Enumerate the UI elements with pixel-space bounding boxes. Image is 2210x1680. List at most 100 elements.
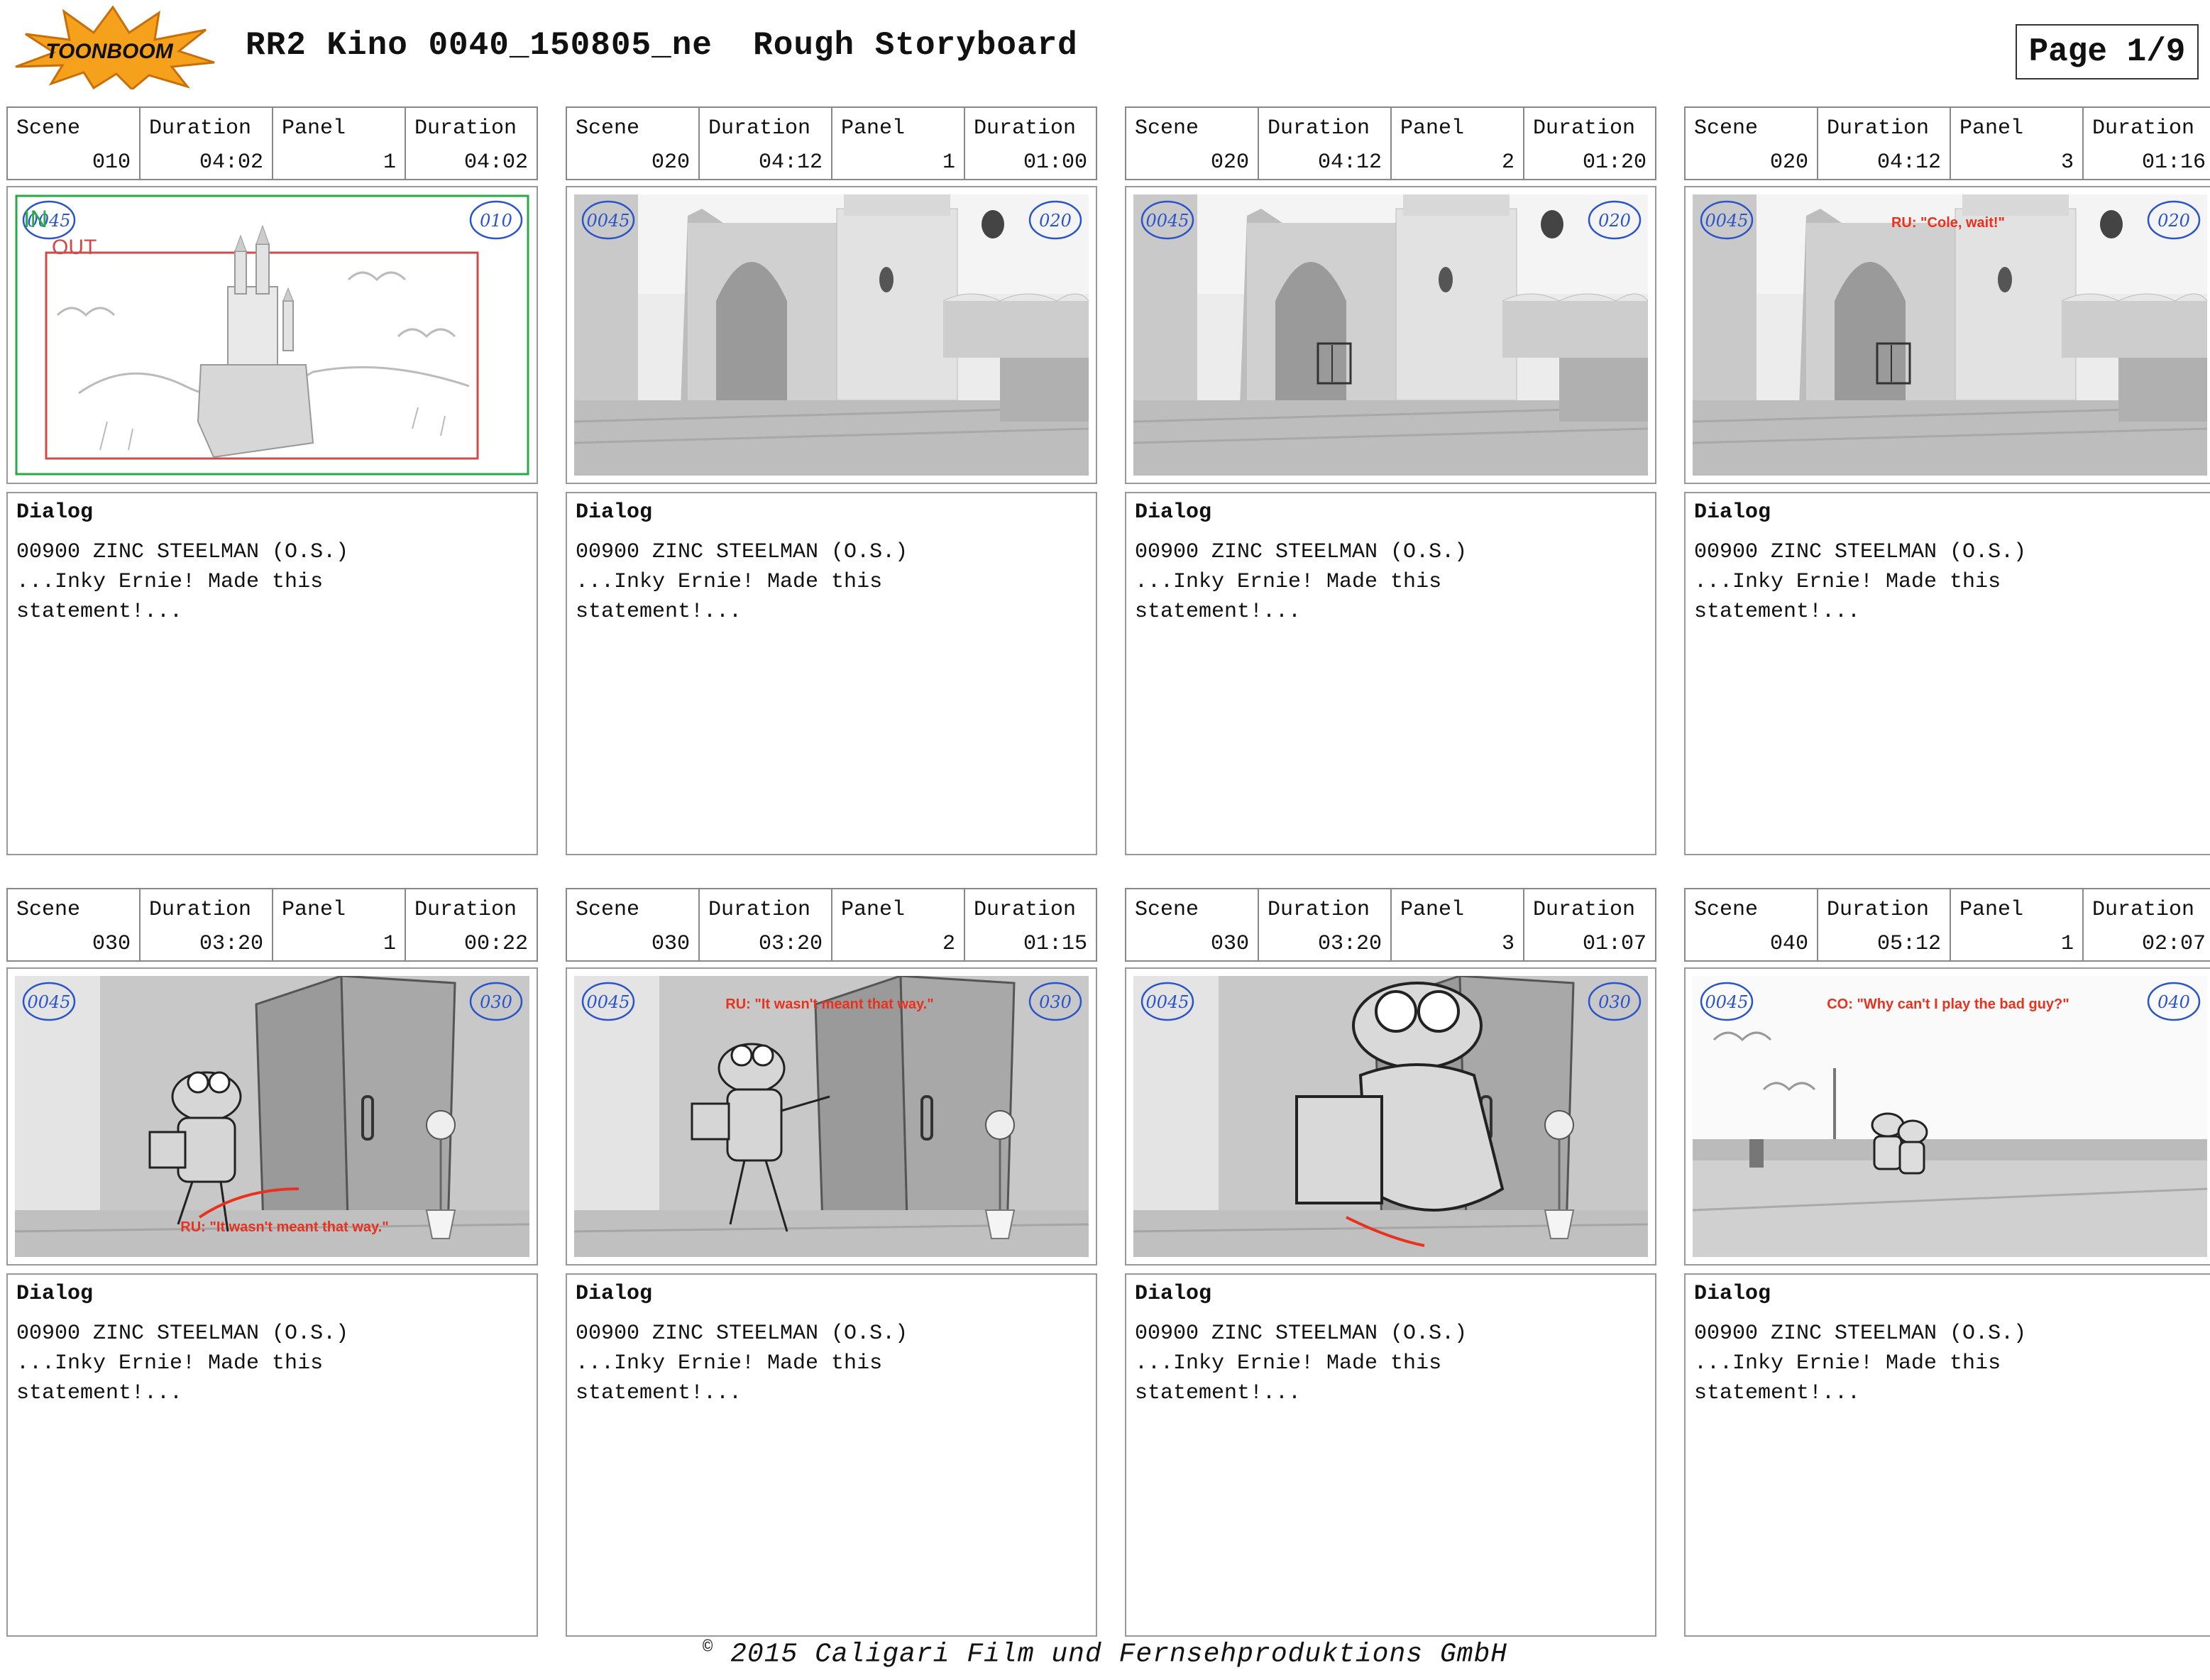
scene-duration-value: 03:20: [199, 932, 263, 956]
svg-text:040: 040: [2157, 992, 2190, 1012]
scene-number: 020: [1210, 150, 1249, 175]
scene-duration-value: 05:12: [1876, 932, 1941, 956]
scene-cell: Scene 030: [567, 889, 700, 960]
panel-label: Panel: [1400, 116, 1465, 141]
scene-duration-label: Duration: [708, 116, 811, 141]
panel-duration-value: 01:07: [1582, 932, 1646, 956]
panel-image[interactable]: 0045 020: [566, 186, 1097, 484]
panel-image[interactable]: 0045 010 IN OUT: [6, 186, 538, 484]
dialog-box[interactable]: Dialog 00900 ZINC STEELMAN (O.S.) ...Ink…: [1125, 1273, 1656, 1637]
dialog-heading: Dialog: [16, 1282, 94, 1306]
panel-label: Panel: [1959, 898, 2024, 922]
panel-duration-label: Duration: [1533, 898, 1636, 922]
scene-number: 020: [651, 150, 690, 175]
scene-label: Scene: [576, 116, 640, 141]
panel-label: Panel: [1959, 116, 2024, 141]
panel-duration-cell: Duration 01:00: [965, 108, 1096, 179]
scene-cell: Scene 040: [1686, 889, 1818, 960]
dialog-box[interactable]: Dialog 00900 ZINC STEELMAN (O.S.) ...Ink…: [1684, 1273, 2210, 1637]
panel-info-bar: Scene 030 Duration 03:20 Panel 2 Duratio…: [566, 888, 1097, 962]
panel-cell: Panel 1: [273, 889, 406, 960]
dialog-text: 00900 ZINC STEELMAN (O.S.) ...Inky Ernie…: [1694, 540, 2027, 624]
panel-drawing: 0045 020 RU: "Cole, wait!": [1693, 194, 2207, 476]
scene-label: Scene: [1694, 898, 1759, 922]
panel-cell: Panel 2: [832, 889, 965, 960]
panel-duration-cell: Duration 04:02: [406, 108, 537, 179]
dialog-box[interactable]: Dialog 00900 ZINC STEELMAN (O.S.) ...Ink…: [566, 492, 1097, 855]
dialog-heading: Dialog: [1135, 1282, 1212, 1306]
dialog-box[interactable]: Dialog 00900 ZINC STEELMAN (O.S.) ...Ink…: [566, 1273, 1097, 1637]
logo-text: TOONBOOM: [45, 40, 173, 63]
svg-text:0045: 0045: [1145, 211, 1189, 231]
dialog-box[interactable]: Dialog 00900 ZINC STEELMAN (O.S.) ...Ink…: [1125, 492, 1656, 855]
scene-duration-value: 04:12: [1876, 150, 1941, 175]
svg-text:0045: 0045: [1145, 992, 1189, 1012]
svg-text:020: 020: [1039, 211, 1072, 231]
scene-duration-label: Duration: [1268, 116, 1370, 141]
scene-duration-value: 04:02: [199, 150, 263, 175]
svg-text:030: 030: [1598, 992, 1631, 1012]
scene-cell: Scene 020: [1686, 108, 1818, 179]
panel-duration-value: 00:22: [463, 932, 528, 956]
panel-info-bar: Scene 020 Duration 04:12 Panel 1 Duratio…: [566, 106, 1097, 180]
scene-duration-label: Duration: [149, 116, 252, 141]
scene-duration-value: 03:20: [758, 932, 823, 956]
scene-number: 030: [92, 932, 131, 956]
copyright-text: 2015 Caligari Film und Fernsehproduktion…: [730, 1639, 1508, 1670]
svg-text:020: 020: [1598, 211, 1631, 231]
scene-cell: Scene 030: [1126, 889, 1259, 960]
panel-number: 3: [2060, 150, 2074, 175]
panel-info-bar: Scene 040 Duration 05:12 Panel 1 Duratio…: [1684, 888, 2210, 962]
dialog-text: 00900 ZINC STEELMAN (O.S.) ...Inky Ernie…: [1135, 1322, 1468, 1405]
panel-duration-value: 04:02: [463, 150, 528, 175]
svg-text:0045: 0045: [586, 992, 630, 1012]
scene-duration-cell: Duration 04:12: [1259, 108, 1392, 179]
storyboard-header: TOONBOOM RR2 Kino 0040_150805_ne Rough S…: [0, 0, 2210, 106]
storyboard-title: RR2 Kino 0040_150805_ne Rough Storyboard: [246, 27, 1078, 64]
panel-cell: Panel 3: [1392, 889, 1524, 960]
panel-duration-value: 01:00: [1023, 150, 1087, 175]
panel-image[interactable]: 0045 030 RU: "It wasn't meant that way.": [6, 967, 538, 1266]
scene-number: 010: [92, 150, 131, 175]
panel-cell: Panel 2: [1392, 108, 1524, 179]
annotation-text: RU: "It wasn't meant that way.": [180, 1219, 388, 1235]
panel-label: Panel: [841, 898, 906, 922]
scene-duration-label: Duration: [1268, 898, 1370, 922]
dialog-heading: Dialog: [16, 500, 94, 525]
scene-duration-label: Duration: [1827, 898, 1930, 922]
svg-text:0045: 0045: [1705, 992, 1748, 1012]
panel-cell: Panel 1: [273, 108, 406, 179]
dialog-heading: Dialog: [1694, 1282, 1771, 1306]
dialog-box[interactable]: Dialog 00900 ZINC STEELMAN (O.S.) ...Ink…: [6, 1273, 538, 1637]
panel-drawing: 0045 030 RU: "It wasn't meant that way.": [574, 976, 1089, 1257]
svg-text:0045: 0045: [27, 992, 70, 1012]
scene-duration-label: Duration: [1827, 116, 1930, 141]
panel-image[interactable]: 0045 020 RU: "Cole, wait!": [1684, 186, 2210, 484]
panel-info-bar: Scene 020 Duration 04:12 Panel 3 Duratio…: [1684, 106, 2210, 180]
panel-drawing: 0045 030 RU: "It wasn't meant that way.": [15, 976, 529, 1257]
panel-duration-label: Duration: [414, 898, 517, 922]
panel-image[interactable]: 0045 040 CO: "Why can't I play the bad gu…: [1684, 967, 2210, 1266]
panel-duration-label: Duration: [2092, 898, 2195, 922]
panel-image[interactable]: 0045 030: [1125, 967, 1656, 1266]
panel-label: Panel: [841, 116, 906, 141]
panel-info-bar: Scene 030 Duration 03:20 Panel 1 Duratio…: [6, 888, 538, 962]
panel-duration-cell: Duration 01:15: [965, 889, 1096, 960]
scene-cell: Scene 030: [8, 889, 141, 960]
panel-duration-label: Duration: [974, 898, 1077, 922]
svg-text:030: 030: [1039, 992, 1072, 1012]
panel-cell: Panel 3: [1951, 108, 2084, 179]
scene-label: Scene: [16, 116, 81, 141]
scene-label: Scene: [16, 898, 81, 922]
scene-duration-cell: Duration 04:12: [700, 108, 832, 179]
panel-number: 1: [383, 150, 396, 175]
panel-image[interactable]: 0045 020: [1125, 186, 1656, 484]
dialog-box[interactable]: Dialog 00900 ZINC STEELMAN (O.S.) ...Ink…: [1684, 492, 2210, 855]
panel-duration-label: Duration: [2092, 116, 2195, 141]
panel-number: 1: [383, 932, 396, 956]
dialog-text: 00900 ZINC STEELMAN (O.S.) ...Inky Ernie…: [576, 540, 908, 624]
scene-number: 030: [1210, 932, 1249, 956]
dialog-heading: Dialog: [1135, 500, 1212, 525]
panel-image[interactable]: 0045 030 RU: "It wasn't meant that way.": [566, 967, 1097, 1266]
dialog-box[interactable]: Dialog 00900 ZINC STEELMAN (O.S.) ...Ink…: [6, 492, 538, 855]
